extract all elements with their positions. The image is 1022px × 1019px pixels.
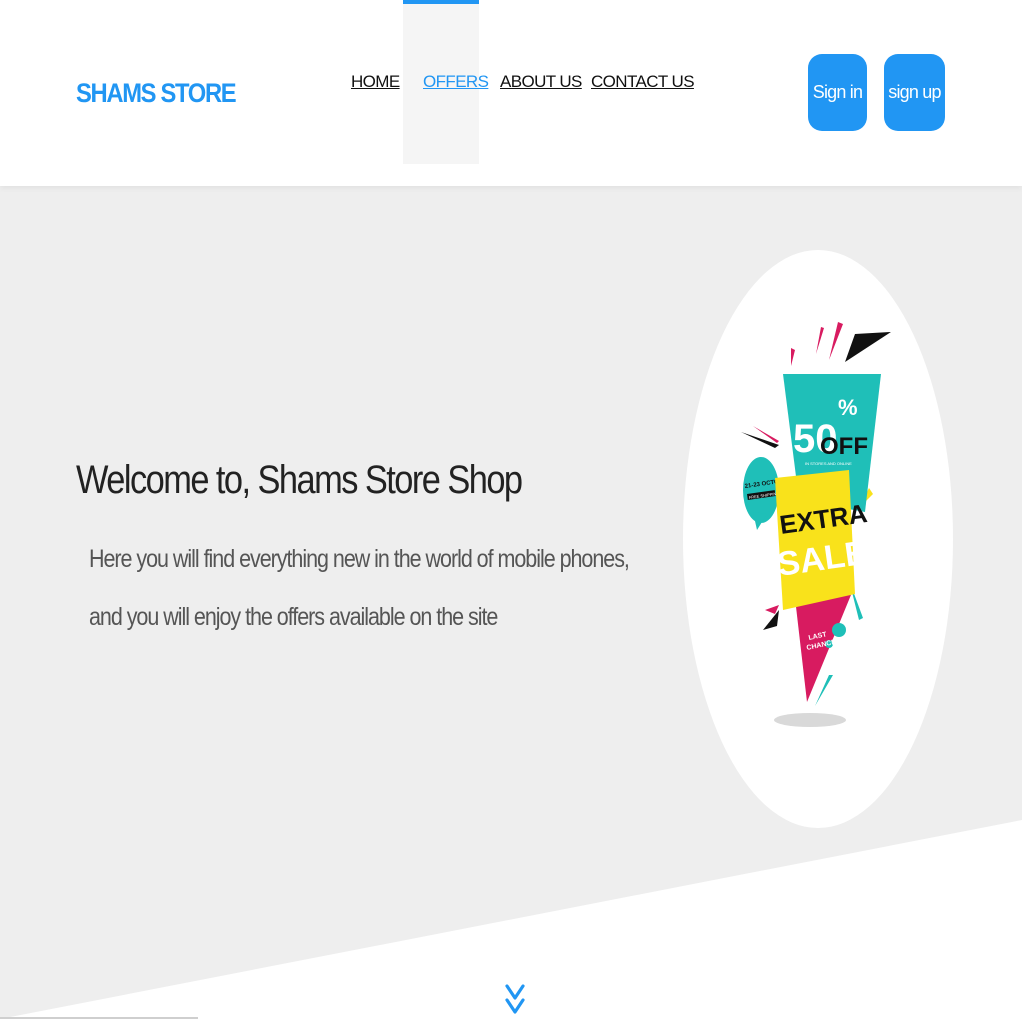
- sign-up-button[interactable]: sign up: [884, 54, 945, 131]
- sale-banner-graphic: 50 % OFF IN STORES AND ONLINE 21-23 OCTO…: [741, 322, 891, 727]
- site-header: SHAMS STORE HOME OFFERS ABOUT US CONTACT…: [0, 0, 1022, 186]
- promo-sub: IN STORES AND ONLINE: [805, 461, 852, 466]
- promo-image: 50 % OFF IN STORES AND ONLINE 21-23 OCTO…: [683, 250, 953, 828]
- nav-active-indicator: [403, 0, 479, 4]
- hero-description: Here you will find everything new in the…: [89, 545, 630, 631]
- nav-about-us[interactable]: ABOUT US: [500, 72, 582, 92]
- double-chevron-down-icon[interactable]: [503, 980, 527, 1019]
- brand-logo[interactable]: SHAMS STORE: [76, 78, 237, 109]
- nav-contact-us[interactable]: CONTACT US: [591, 72, 695, 92]
- nav-home[interactable]: HOME: [351, 72, 400, 92]
- promo-percent-sign: %: [838, 395, 858, 420]
- promo-off: OFF: [820, 433, 868, 460]
- hero-title: Welcome to, Shams Store Shop: [76, 458, 523, 502]
- nav-offers[interactable]: OFFERS: [423, 72, 489, 92]
- sign-in-button[interactable]: Sign in: [808, 54, 867, 131]
